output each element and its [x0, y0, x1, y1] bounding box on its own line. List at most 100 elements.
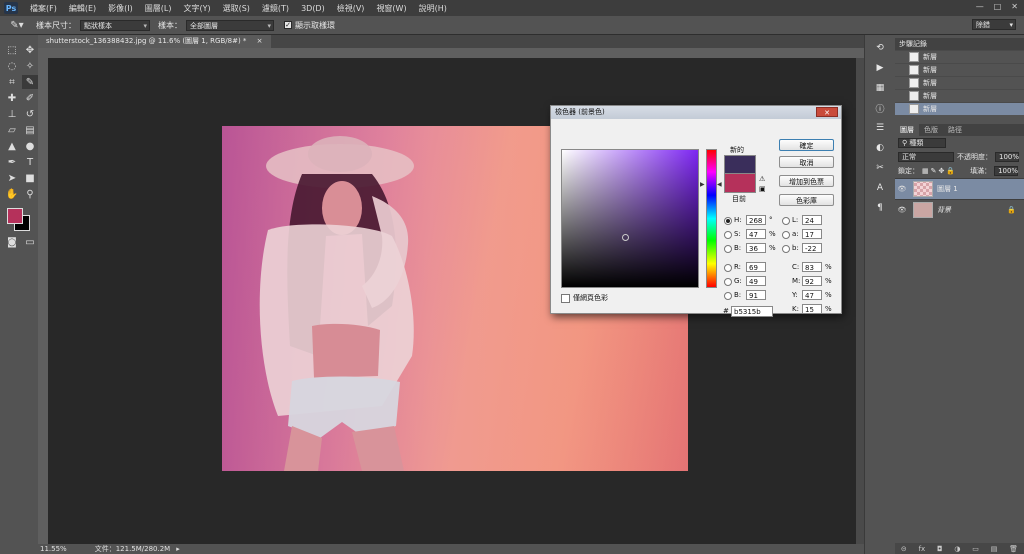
only-web-colors-checkbox[interactable] [561, 293, 570, 303]
screen-mode-icon[interactable]: ▭ [22, 235, 38, 249]
new-layer-icon[interactable]: ▤ [991, 545, 998, 553]
fill-field[interactable]: 100% [994, 166, 1018, 176]
red-field[interactable]: 69 [746, 262, 766, 272]
layer-name[interactable]: 背景 [937, 205, 951, 215]
lightness-field[interactable]: 24 [802, 215, 822, 225]
tools-preset-icon[interactable]: ✂ [872, 161, 888, 175]
info-panel-icon[interactable]: ⓘ [872, 101, 888, 115]
close-window-button[interactable]: ✕ [1011, 2, 1018, 11]
brush-icon[interactable]: ✐ [22, 91, 38, 105]
character-panel-icon[interactable]: A [872, 181, 888, 195]
link-layers-icon[interactable]: ⊝ [901, 545, 907, 553]
blend-mode-select[interactable]: 正常 [898, 152, 954, 162]
color-libraries-button[interactable]: 色彩庫 [779, 194, 834, 206]
type-icon[interactable]: T [22, 155, 38, 169]
eye-icon[interactable]: 👁 [895, 206, 909, 214]
adjustments-panel-icon[interactable]: ◐ [872, 141, 888, 155]
tab-paths[interactable]: 路徑 [943, 124, 967, 136]
lock-icons[interactable]: ▦✎✥🔒 [922, 167, 957, 175]
menu-window[interactable]: 視窗(W) [370, 3, 412, 14]
menu-select[interactable]: 選取(S) [217, 3, 256, 14]
eye-icon[interactable]: 👁 [895, 185, 909, 193]
red-radio[interactable] [724, 264, 732, 272]
properties-panel-icon[interactable]: ☰ [872, 121, 888, 135]
cyan-field[interactable]: 83 [802, 262, 822, 272]
hue-slider-right-arrow[interactable]: ◀ [717, 181, 722, 188]
path-select-icon[interactable]: ➤ [4, 171, 20, 185]
b-channel-field[interactable]: -22 [802, 243, 822, 253]
menu-filter[interactable]: 濾鏡(T) [256, 3, 295, 14]
green-field[interactable]: 49 [746, 276, 766, 286]
workspace-select[interactable]: 除錯 [972, 19, 1016, 30]
healing-icon[interactable]: ✚ [4, 91, 20, 105]
blur-icon[interactable]: ▲ [4, 139, 20, 153]
trash-icon[interactable]: 🗑 [1009, 545, 1018, 553]
marquee-icon[interactable]: ⬚ [4, 43, 20, 57]
menu-view[interactable]: 檢視(V) [331, 3, 371, 14]
eraser-icon[interactable]: ▱ [4, 123, 20, 137]
zoom-icon[interactable]: ⚲ [22, 187, 38, 201]
history-item[interactable]: 新層 [895, 89, 1024, 102]
gradient-icon[interactable]: ▤ [22, 123, 38, 137]
history-item[interactable]: 新層 [895, 102, 1024, 115]
actions-panel-icon[interactable]: ▶ [872, 61, 888, 75]
menu-type[interactable]: 文字(Y) [177, 3, 216, 14]
layer-row-background[interactable]: 👁 背景 🔒 [895, 199, 1024, 220]
b-channel-radio[interactable] [782, 245, 790, 253]
hue-field[interactable]: 268 [746, 215, 766, 225]
history-panel-icon[interactable]: ⟲ [872, 41, 888, 55]
out-of-gamut-warning-icon[interactable]: ⚠ [759, 175, 765, 183]
lightness-radio[interactable] [782, 217, 790, 225]
sample-size-select[interactable]: 點狀樣本 [80, 19, 150, 32]
magenta-field[interactable]: 92 [802, 276, 822, 286]
menu-layer[interactable]: 圖層(L) [139, 3, 178, 14]
menu-3d[interactable]: 3D(D) [295, 4, 331, 13]
history-item[interactable]: 新層 [895, 63, 1024, 76]
group-icon[interactable]: ▭ [972, 545, 979, 553]
eyedropper-icon[interactable]: ✎ [22, 75, 38, 89]
menu-edit[interactable]: 編輯(E) [63, 3, 102, 14]
document-tab[interactable]: shutterstock_136388432.jpg @ 11.6% (圖層 1… [38, 35, 271, 48]
ok-button[interactable]: 確定 [779, 139, 834, 151]
vertical-scrollbar[interactable] [856, 58, 864, 544]
saturation-field[interactable]: 47 [746, 229, 766, 239]
minimize-button[interactable]: — [976, 2, 984, 11]
quick-mask-icon[interactable]: ◙ [4, 235, 20, 249]
dialog-titlebar[interactable]: 檢色器 (前景色) ✕ [551, 106, 841, 119]
brightness-field[interactable]: 36 [746, 243, 766, 253]
current-color-swatch[interactable] [724, 173, 756, 193]
status-chevron-icon[interactable]: ▸ [176, 545, 180, 553]
zoom-level[interactable]: 11.55% [40, 545, 67, 553]
dialog-close-button[interactable]: ✕ [816, 107, 838, 117]
green-radio[interactable] [724, 278, 732, 286]
a-channel-field[interactable]: 17 [802, 229, 822, 239]
a-channel-radio[interactable] [782, 231, 790, 239]
web-safe-cube-icon[interactable]: ▣ [759, 185, 766, 193]
swatches-panel-icon[interactable]: ▦ [872, 81, 888, 95]
menu-file[interactable]: 檔案(F) [24, 3, 63, 14]
move-icon[interactable]: ✥ [22, 43, 38, 57]
history-item[interactable]: 新層 [895, 76, 1024, 89]
show-sampling-ring-checkbox[interactable]: ✓ [284, 21, 292, 29]
shape-icon[interactable]: ■ [22, 171, 38, 185]
cancel-button[interactable]: 取消 [779, 156, 834, 168]
hue-radio[interactable] [724, 217, 732, 225]
opacity-field[interactable]: 100% [995, 152, 1019, 162]
layer-filter-select[interactable]: ⚲ 種類 [898, 138, 946, 148]
tab-layers[interactable]: 圖層 [895, 124, 919, 136]
color-picker-cursor[interactable] [622, 234, 629, 241]
hand-icon[interactable]: ✋ [4, 187, 20, 201]
blue-radio[interactable] [724, 292, 732, 300]
history-panel-title[interactable]: 步驟記錄 [895, 38, 1024, 50]
magic-wand-icon[interactable]: ✧ [22, 59, 38, 73]
hue-slider-left-arrow[interactable]: ▶ [700, 181, 705, 188]
mask-icon[interactable]: ◘ [937, 545, 943, 553]
fx-icon[interactable]: fx [919, 545, 926, 553]
foreground-color-swatch[interactable] [7, 208, 23, 224]
adjustment-layer-icon[interactable]: ◑ [954, 545, 960, 553]
dodge-icon[interactable]: ● [22, 139, 38, 153]
history-brush-icon[interactable]: ↺ [22, 107, 38, 121]
hue-slider[interactable] [706, 149, 717, 288]
black-field[interactable]: 15 [802, 304, 822, 314]
blue-field[interactable]: 91 [746, 290, 766, 300]
